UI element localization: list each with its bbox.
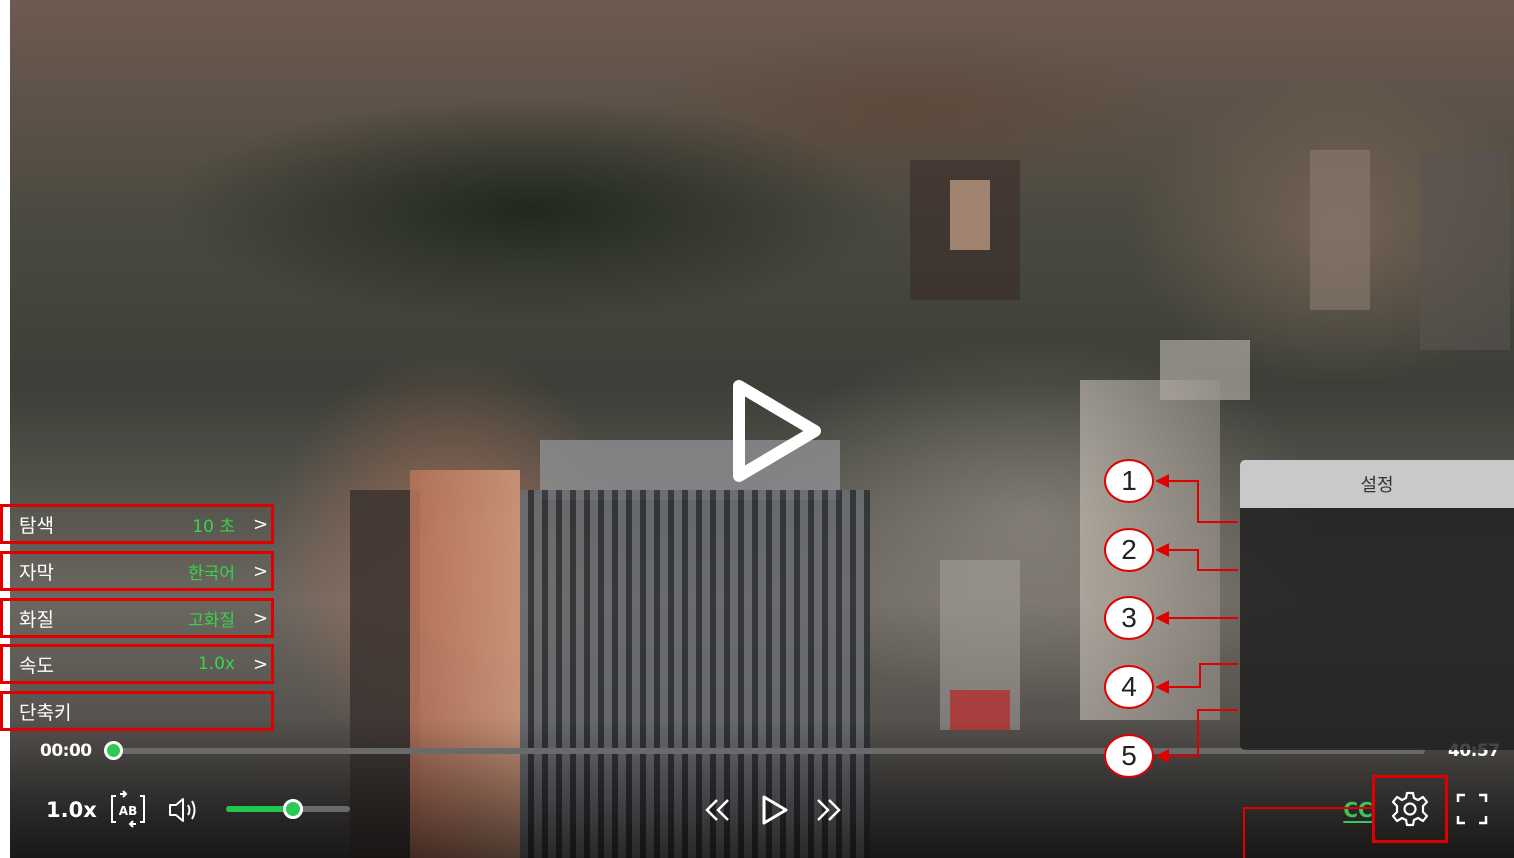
background-building: [1420, 150, 1510, 350]
current-time: 00:00: [40, 741, 92, 761]
annotation-marker-2: 2: [1104, 528, 1154, 572]
settings-button[interactable]: [1372, 775, 1448, 843]
volume-button[interactable]: [165, 792, 205, 828]
rewind-button[interactable]: [696, 790, 740, 830]
settings-item-value: 10 초: [192, 516, 235, 537]
chevron-right-icon: >: [253, 513, 269, 535]
rewind-icon: [705, 799, 729, 821]
ab-repeat-button[interactable]: AB: [108, 788, 148, 830]
ab-repeat-icon: AB: [111, 790, 145, 828]
progress-bar[interactable]: [115, 748, 1425, 754]
settings-item-label: 화질: [19, 608, 54, 631]
annotation-marker-3: 3: [1104, 596, 1154, 640]
background-building: [1310, 150, 1370, 310]
play-icon: [733, 380, 821, 482]
fullscreen-button[interactable]: [1452, 788, 1492, 830]
annotation-marker-1: 1: [1104, 459, 1154, 503]
play-icon: [762, 795, 788, 825]
fullscreen-icon: [1456, 793, 1488, 825]
settings-item-shortcuts[interactable]: 단축키: [0, 691, 274, 731]
settings-item-label: 속도: [19, 654, 54, 677]
svg-text:AB: AB: [119, 804, 137, 818]
chevron-right-icon: >: [253, 607, 269, 629]
settings-panel: 설정: [1240, 460, 1514, 750]
chevron-right-icon: >: [253, 560, 269, 582]
fast-forward-button[interactable]: [806, 790, 850, 830]
fast-forward-icon: [817, 799, 841, 821]
center-play-button[interactable]: [725, 376, 825, 486]
background-building: [950, 180, 990, 250]
settings-item-quality[interactable]: 화질 고화질 >: [0, 598, 274, 638]
gear-icon: [1391, 791, 1429, 827]
settings-title: 설정: [1240, 460, 1514, 508]
settings-item-label: 자막: [19, 561, 54, 584]
settings-item-subtitles[interactable]: 자막 한국어 >: [0, 551, 274, 591]
speed-button[interactable]: 1.0x: [46, 792, 97, 828]
volume-handle[interactable]: [283, 799, 303, 819]
settings-item-value: 1.0x: [197, 654, 235, 674]
progress-handle[interactable]: [104, 741, 123, 760]
settings-item-label: 단축키: [19, 701, 72, 724]
volume-icon: [169, 798, 196, 822]
chevron-right-icon: >: [253, 653, 269, 675]
settings-item-value: 한국어: [188, 563, 235, 584]
annotation-marker-4: 4: [1104, 665, 1154, 709]
settings-item-speed[interactable]: 속도 1.0x >: [0, 644, 274, 684]
settings-item-value: 고화질: [188, 610, 235, 631]
settings-item-seek[interactable]: 탐색 10 초 >: [0, 504, 274, 544]
settings-item-label: 탐색: [19, 514, 54, 537]
play-button[interactable]: [752, 788, 796, 832]
annotation-marker-5: 5: [1104, 734, 1154, 778]
